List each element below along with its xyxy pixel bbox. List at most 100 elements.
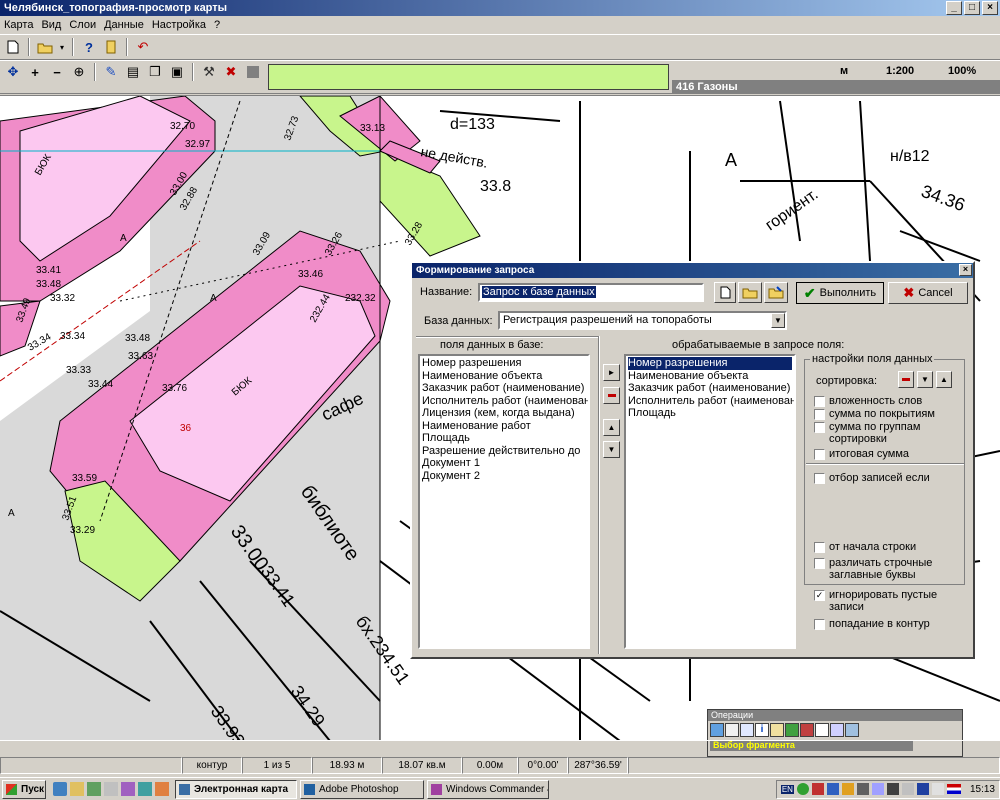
execute-button[interactable]: ✔ Выполнить [796, 282, 884, 304]
menu-map[interactable]: Карта [4, 19, 33, 31]
zoom-window-icon[interactable]: ⊕ [70, 63, 88, 81]
select-icon[interactable] [725, 723, 739, 737]
swap-icon[interactable] [845, 723, 859, 737]
app-icon[interactable] [104, 782, 118, 796]
app-icon[interactable] [155, 782, 169, 796]
menu-settings[interactable]: Настройка [152, 19, 206, 31]
tray-icon[interactable] [886, 783, 899, 795]
book-icon[interactable] [102, 38, 120, 56]
query-name-input[interactable]: Запрос к базе данных [478, 283, 704, 302]
ignore-empty-checkbox[interactable]: ✓ игнорировать пустые записи [814, 589, 964, 613]
checkbox-box[interactable] [814, 449, 825, 460]
query-field-item[interactable]: Номер разрешения [628, 357, 792, 370]
exit-icon[interactable]: ↶ [134, 38, 152, 56]
db-field-item[interactable]: Заказчик работ (наименование) [422, 382, 586, 395]
chevron-down-icon[interactable]: ▼ [771, 313, 785, 328]
app-icon[interactable] [138, 782, 152, 796]
tray-icon[interactable] [916, 783, 929, 795]
task-photoshop[interactable]: Adobe Photoshop [300, 779, 424, 799]
dropdown-arrow-icon[interactable]: ▾ [58, 38, 66, 56]
db-fields-list[interactable]: Номер разрешения Наименование объекта Зака… [418, 354, 590, 649]
minimize-icon[interactable]: _ [946, 1, 962, 15]
db-field-item[interactable]: Лицензия (кем, когда выдана) [422, 407, 586, 420]
checkbox-box[interactable] [814, 409, 825, 420]
flag-icon[interactable] [946, 784, 961, 794]
new-query-button[interactable] [714, 282, 736, 303]
menu-layers[interactable]: Слои [69, 19, 96, 31]
new-file-icon[interactable] [4, 38, 22, 56]
sort-asc-button[interactable]: ▲ [936, 371, 952, 388]
document-icon[interactable] [815, 723, 829, 737]
db-field-item[interactable]: Исполнитель работ (наименование) [422, 395, 588, 408]
start-button[interactable]: Пуск [2, 779, 46, 799]
total-checkbox[interactable]: итоговая сумма [814, 448, 964, 460]
case-checkbox[interactable]: различать строчные заглавные буквы [814, 557, 964, 581]
copy-icon[interactable]: ❐ [146, 63, 164, 81]
app-icon[interactable] [121, 782, 135, 796]
task-windows-commander[interactable]: Windows Commander 4.... [427, 779, 549, 799]
database-select[interactable]: Регистрация разрешений на топоработы ▼ [498, 311, 787, 330]
in-contour-checkbox[interactable]: попадание в контур [814, 618, 964, 630]
sort-none-button[interactable] [898, 371, 914, 388]
folder-icon[interactable] [70, 782, 84, 796]
info-icon[interactable]: i [755, 723, 769, 737]
add-field-button[interactable]: ► [603, 364, 620, 381]
tray-icon[interactable] [871, 783, 884, 795]
ie-icon[interactable] [53, 782, 67, 796]
delete-object-icon[interactable]: ✖ [222, 63, 240, 81]
move-up-button[interactable]: ▲ [603, 419, 620, 436]
checkbox-box[interactable] [814, 558, 825, 569]
filter-checkbox[interactable]: отбор записей если [814, 472, 964, 484]
query-fields-list[interactable]: Номер разрешения Наименование объекта Зака… [624, 354, 796, 649]
export-icon[interactable] [830, 723, 844, 737]
menu-view[interactable]: Вид [41, 19, 61, 31]
remove-field-button[interactable] [603, 387, 620, 404]
db-field-item[interactable]: Номер разрешения [422, 357, 586, 370]
tray-icon[interactable] [901, 783, 914, 795]
db-field-item[interactable]: Наименование объекта [422, 370, 586, 383]
query-field-item[interactable]: Площадь [628, 407, 792, 420]
desktop-icon[interactable] [87, 782, 101, 796]
edit-icon[interactable]: ✎ [102, 63, 120, 81]
db-field-item[interactable]: Документ 2 [422, 470, 586, 483]
tray-icon[interactable] [811, 783, 824, 795]
layers-icon[interactable]: ▤ [124, 63, 142, 81]
tray-icon[interactable] [856, 783, 869, 795]
dialog-close-icon[interactable]: × [959, 264, 972, 276]
db-field-item[interactable]: Документ 1 [422, 457, 586, 470]
sum-cover-checkbox[interactable]: сумма по покрытиям [814, 408, 964, 420]
speaker-icon[interactable] [931, 783, 944, 795]
table-icon[interactable] [740, 723, 754, 737]
menu-data[interactable]: Данные [104, 19, 144, 31]
cancel-button[interactable]: ✖ Cancel [888, 282, 968, 304]
language-indicator[interactable]: EN [780, 784, 794, 794]
from-start-checkbox[interactable]: от начала строки [814, 541, 964, 553]
query-field-item[interactable]: Заказчик работ (наименование) [628, 382, 792, 395]
tools-icon[interactable]: ⚒ [200, 63, 218, 81]
sum-groups-checkbox[interactable]: сумма по группам сортировки [814, 421, 964, 445]
zoom-out-icon[interactable]: − [48, 63, 66, 81]
zoom-in-icon[interactable]: + [26, 63, 44, 81]
measure-icon[interactable] [770, 723, 784, 737]
close-icon[interactable]: × [982, 1, 998, 15]
nesting-checkbox[interactable]: вложенность слов [814, 395, 964, 407]
db-field-item[interactable]: Наименование работ [422, 420, 586, 433]
db-field-item[interactable]: Разрешение действительно до [422, 445, 586, 458]
maximize-icon[interactable]: □ [964, 1, 980, 15]
task-electronic-map[interactable]: Электронная карта [175, 779, 297, 799]
checkbox-box[interactable] [814, 542, 825, 553]
checkbox-box[interactable] [814, 473, 825, 484]
tray-icon[interactable] [796, 783, 809, 795]
query-field-item[interactable]: Исполнитель работ (наименование) [628, 395, 794, 408]
sort-desc-button[interactable]: ▼ [917, 371, 933, 388]
home-icon[interactable] [710, 723, 724, 737]
tray-icon[interactable] [826, 783, 839, 795]
tray-icon[interactable] [841, 783, 854, 795]
checkbox-box[interactable] [814, 396, 825, 407]
save-query-button[interactable] [764, 282, 788, 303]
db-field-item[interactable]: Площадь [422, 432, 586, 445]
fill-icon[interactable] [244, 63, 262, 81]
menu-help[interactable]: ? [214, 19, 220, 31]
move-icon[interactable]: ✥ [4, 63, 22, 81]
clock[interactable]: 15:13 [970, 784, 995, 795]
